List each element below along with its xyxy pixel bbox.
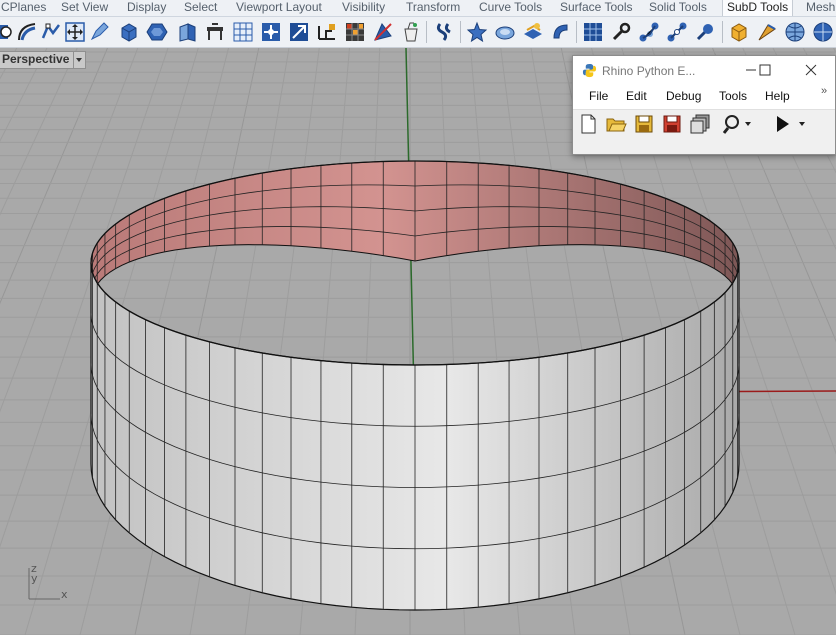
tab-select[interactable]: Select [184, 0, 217, 16]
boolean-icon[interactable] [550, 21, 572, 43]
globe-alt-icon[interactable] [812, 21, 834, 43]
tab-transform[interactable]: Transform [406, 0, 460, 16]
drafting-icon[interactable] [372, 21, 394, 43]
new-file-icon[interactable] [577, 113, 599, 135]
wrench-icon[interactable] [610, 21, 632, 43]
toolbar-tab-bar: CPlanes Set View Display Select Viewport… [0, 0, 836, 17]
wrench-blue-icon[interactable] [694, 21, 716, 43]
star-icon[interactable] [466, 21, 488, 43]
tab-set-view[interactable]: Set View [61, 0, 108, 16]
axis-label-x: x [61, 588, 68, 601]
python-editor-window: Rhino Python E... File Edit Debug Tools … [572, 55, 836, 155]
open-folder-icon[interactable] [605, 113, 627, 135]
maximize-icon[interactable] [751, 59, 779, 81]
surface-layers-icon[interactable] [522, 21, 544, 43]
pencil-icon[interactable] [88, 21, 110, 43]
tool-icon-bar [0, 17, 836, 48]
python-editor-menubar: File Edit Debug Tools Help » [573, 85, 835, 108]
save-icon[interactable] [633, 113, 655, 135]
dimension-snap-icon[interactable] [434, 21, 456, 43]
python-editor-toolbar [573, 109, 835, 154]
axis-label-y: y [31, 572, 38, 585]
python-logo-icon [582, 63, 597, 78]
grid-line [0, 48, 78, 216]
tab-display[interactable]: Display [127, 0, 166, 16]
tab-solid-tools[interactable]: Solid Tools [649, 0, 707, 16]
subd-box-icon[interactable] [728, 21, 750, 43]
tab-cplanes[interactable]: CPlanes [1, 0, 46, 16]
tab-viewport-layout[interactable]: Viewport Layout [236, 0, 322, 16]
rotate-view-icon[interactable] [0, 21, 14, 43]
tab-mesh[interactable]: Mesh [806, 0, 835, 16]
move-gumball-icon[interactable] [288, 21, 310, 43]
globe-icon[interactable] [784, 21, 806, 43]
nodes-alt-icon[interactable] [666, 21, 688, 43]
save-all-icon[interactable] [689, 113, 711, 135]
box-icon[interactable] [118, 21, 140, 43]
menu-overflow[interactable]: » [821, 85, 827, 97]
edit-curve-icon[interactable] [40, 21, 62, 43]
curve-from-objects-icon[interactable] [16, 21, 38, 43]
menu-file[interactable]: File [589, 89, 608, 103]
subd-grid-icon[interactable] [582, 21, 604, 43]
navigation-icon[interactable] [260, 21, 282, 43]
menu-edit[interactable]: Edit [626, 89, 647, 103]
close-icon[interactable] [797, 59, 825, 81]
python-editor-titlebar[interactable]: Rhino Python E... [573, 56, 835, 86]
tab-visibility[interactable]: Visibility [342, 0, 385, 16]
menu-debug[interactable]: Debug [666, 89, 701, 103]
transform-icon[interactable] [64, 21, 86, 43]
extrude-surface-icon[interactable] [176, 21, 198, 43]
menu-help[interactable]: Help [765, 89, 790, 103]
viewport-title[interactable]: Perspective [0, 51, 75, 69]
grid-line [0, 48, 48, 142]
python-editor-title: Rhino Python E... [602, 64, 696, 78]
run-icon[interactable] [771, 113, 809, 135]
dimension-icon[interactable] [316, 21, 338, 43]
render-table-icon[interactable] [204, 21, 226, 43]
blob-icon[interactable] [494, 21, 516, 43]
viewport-menu-arrow-icon[interactable] [73, 51, 86, 69]
menu-tools[interactable]: Tools [719, 89, 747, 103]
cylinder-surface [90, 160, 740, 611]
polygon-icon[interactable] [146, 21, 168, 43]
save-as-icon[interactable] [661, 113, 683, 135]
tab-curve-tools[interactable]: Curve Tools [479, 0, 542, 16]
layer-bucket-icon[interactable] [400, 21, 422, 43]
rocket-icon[interactable] [756, 21, 778, 43]
mesh-grid-icon[interactable] [232, 21, 254, 43]
texture-grid-icon[interactable] [344, 21, 366, 43]
search-icon[interactable] [723, 113, 753, 135]
axis-widget-icon [28, 568, 60, 600]
tab-surface-tools[interactable]: Surface Tools [560, 0, 633, 16]
tab-subd-tools[interactable]: SubD Tools [722, 0, 794, 16]
nodes-icon[interactable] [638, 21, 660, 43]
